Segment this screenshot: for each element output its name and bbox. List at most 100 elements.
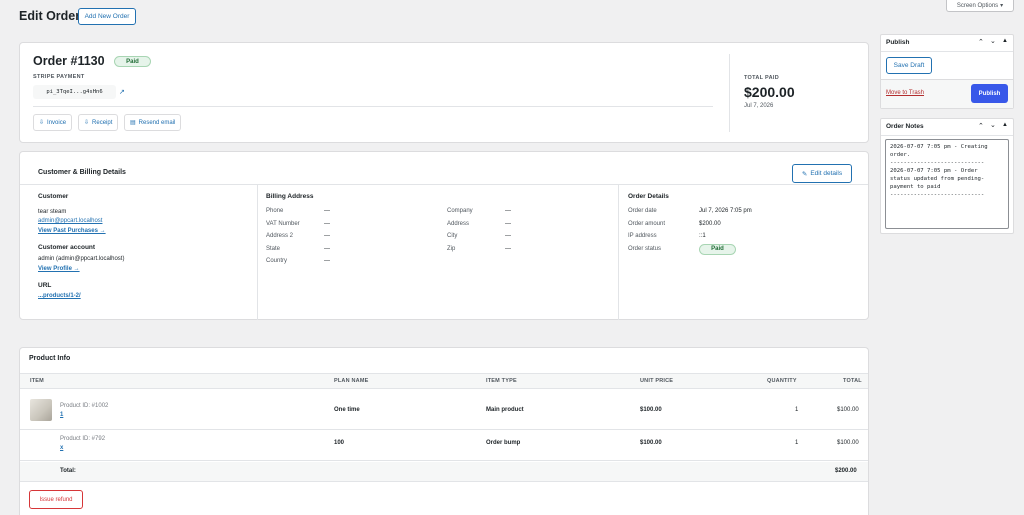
edit-details-button[interactable]: ✎ Edit details <box>792 164 852 183</box>
collapse-toggle-icon[interactable]: ▲ <box>1002 38 1008 44</box>
screen-options-button[interactable]: Screen Options ▾ <box>946 0 1014 12</box>
plan-name: 100 <box>334 440 345 446</box>
order-detail-label: Order status <box>628 245 662 252</box>
document-icon: ▤ <box>130 120 136 126</box>
plan-name: One time <box>334 407 360 413</box>
product-link[interactable]: 1 <box>60 412 63 418</box>
issue-refund-button[interactable]: Issue refund <box>29 490 83 509</box>
divider <box>20 184 868 185</box>
table-header <box>20 373 868 389</box>
customer-billing-card: Customer & Billing Details ✎ Edit details… <box>19 151 869 320</box>
billing-field-value: — <box>505 220 511 227</box>
order-status-badge: Paid <box>699 243 736 255</box>
billing-field-label: Phone <box>266 208 284 214</box>
product-thumbnail <box>30 399 52 421</box>
divider <box>881 51 1013 52</box>
column-header-quantity: QUANTITY <box>767 378 797 384</box>
resend-email-button[interactable]: ▤ Resend email <box>124 114 182 131</box>
divider <box>881 135 1013 136</box>
receipt-button[interactable]: ⇩ Receipt <box>78 114 119 131</box>
quantity: 1 <box>795 407 799 413</box>
product-link[interactable]: x <box>60 445 63 451</box>
total-paid-label: TOTAL PAID <box>744 75 779 81</box>
customer-email-link[interactable]: admin@ppcart.localhost <box>38 218 102 224</box>
unit-price: $100.00 <box>640 407 662 413</box>
billing-field-label: VAT Number <box>266 220 300 227</box>
order-notes-title: Order Notes <box>886 123 924 130</box>
column-header-unit-price: UNIT PRICE <box>640 378 674 384</box>
publish-box: Publish ⌃ ⌄ ▲ Save Draft Move to Trash P… <box>880 34 1014 109</box>
billing-field-label: Zip <box>447 245 456 252</box>
view-profile-link[interactable]: View Profile → <box>38 266 80 272</box>
pencil-icon: ✎ <box>801 170 808 178</box>
table-row: Product ID: #1002 1 One time Main produc… <box>20 390 868 430</box>
customer-account-heading: Customer account <box>38 244 96 251</box>
billing-field-value: — <box>505 245 511 252</box>
order-date: Jul 7, 2026 <box>744 103 774 109</box>
total-value: $200.00 <box>835 468 857 474</box>
billing-field-value: — <box>505 233 511 239</box>
collapse-toggle-icon[interactable]: ▲ <box>1002 122 1008 128</box>
chevron-up-icon[interactable]: ⌃ <box>978 38 984 46</box>
product-id: Product ID: #1002 <box>60 403 109 409</box>
product-info-card: Product Info ITEM PLAN NAME ITEM TYPE UN… <box>19 347 869 515</box>
order-notes-box: Order Notes ⌃ ⌄ ▲ 2026-07-07 7:05 pm - C… <box>880 118 1014 234</box>
add-new-order-button[interactable]: Add New Order <box>78 8 136 25</box>
chevron-down-icon[interactable]: ⌄ <box>990 37 996 45</box>
section-title: Customer & Billing Details <box>38 169 126 176</box>
column-header-type: ITEM TYPE <box>486 378 517 384</box>
customer-account-value: admin (admin@ppcart.localhost) <box>38 256 125 262</box>
publish-button[interactable]: Publish <box>971 84 1008 103</box>
url-link[interactable]: ...products/1-2/ <box>38 293 81 299</box>
chevron-down-icon: ▾ <box>1000 3 1004 9</box>
screen-options-label: Screen Options <box>956 2 999 9</box>
total-row: Total: $200.00 <box>20 462 868 482</box>
save-draft-button[interactable]: Save Draft <box>886 57 932 74</box>
invoice-label: Invoice <box>47 119 67 126</box>
unit-price: $100.00 <box>640 440 662 446</box>
order-detail-label: IP address <box>628 233 657 239</box>
url-heading: URL <box>38 282 52 289</box>
column-divider <box>257 184 258 320</box>
column-header-plan: PLAN NAME <box>334 378 369 384</box>
vertical-divider <box>729 54 730 132</box>
billing-field-value: — <box>505 208 511 214</box>
billing-heading: Billing Address <box>266 193 314 200</box>
download-icon: ⇩ <box>84 120 90 126</box>
row-total: $100.00 <box>837 407 859 413</box>
item-type: Main product <box>486 407 524 413</box>
divider <box>33 106 713 107</box>
view-past-purchases-link[interactable]: View Past Purchases → <box>38 228 106 234</box>
payment-id: pi_3TqeI...g4sHn6 <box>33 85 116 99</box>
column-header-item: ITEM <box>30 378 44 384</box>
order-detail-label: Order amount <box>628 220 666 227</box>
column-divider <box>618 184 619 320</box>
order-details-heading: Order Details <box>628 193 669 200</box>
publish-title: Publish <box>886 39 910 46</box>
billing-field-value: — <box>324 220 330 227</box>
row-total: $100.00 <box>837 440 859 446</box>
customer-heading: Customer <box>38 193 69 200</box>
order-detail-label: Order date <box>628 208 657 214</box>
billing-field-label: Address 2 <box>266 233 294 239</box>
order-detail-value: Jul 7, 2026 7:05 pm <box>699 208 752 214</box>
chevron-down-icon[interactable]: ⌄ <box>990 121 996 129</box>
table-row: Product ID: #792 x 100 Order bump $100.0… <box>20 431 868 461</box>
billing-field-label: Address <box>447 220 470 227</box>
total-paid-amount: $200.00 <box>744 84 795 100</box>
billing-field-label: State <box>266 245 281 252</box>
external-link-icon[interactable]: ↗ <box>119 88 125 96</box>
billing-field-value: — <box>324 233 330 239</box>
move-to-trash-link[interactable]: Move to Trash <box>886 90 924 96</box>
billing-field-value: — <box>324 258 330 264</box>
download-icon: ⇩ <box>39 120 45 126</box>
order-title: Order #1130 <box>33 54 105 68</box>
order-notes-textarea[interactable]: 2026-07-07 7:05 pm - Creating order. ---… <box>885 139 1009 229</box>
status-badge: Paid <box>114 56 151 67</box>
item-type: Order bump <box>486 440 521 446</box>
chevron-up-icon[interactable]: ⌃ <box>978 122 984 130</box>
invoice-button[interactable]: ⇩ Invoice <box>33 114 73 131</box>
edit-details-label: Edit details <box>810 170 843 177</box>
order-detail-value: $200.00 <box>699 220 721 227</box>
order-detail-value: ::1 <box>699 233 706 239</box>
